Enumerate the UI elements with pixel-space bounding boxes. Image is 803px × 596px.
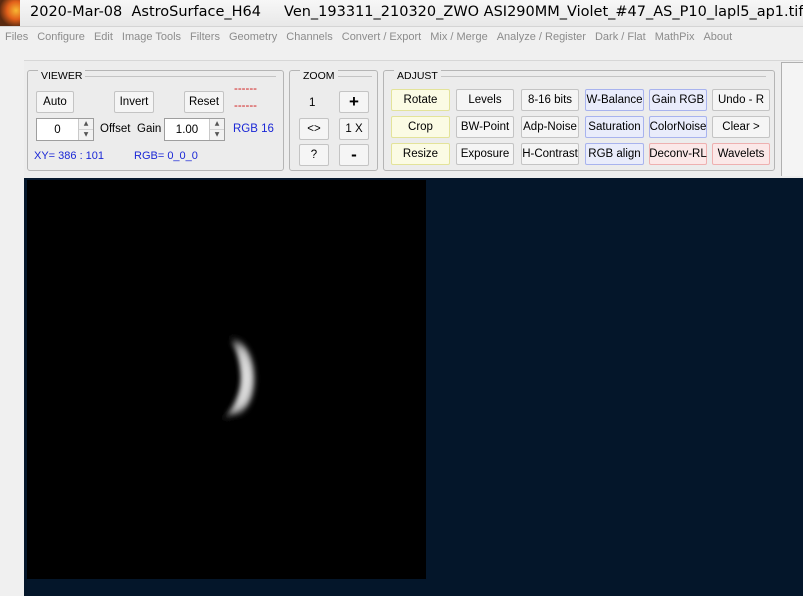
image-viewport[interactable] xyxy=(24,178,803,596)
zoom-out-button[interactable]: - xyxy=(339,144,369,166)
deconv-rl-button[interactable]: Deconv-RL xyxy=(649,143,707,165)
h-contrast-button[interactable]: H-Contrast xyxy=(521,143,579,165)
menu-convert-export[interactable]: Convert / Export xyxy=(340,31,428,43)
viewer-group: VIEWER Auto Invert Reset ------ ------ 0… xyxy=(27,70,284,171)
spin-down-icon[interactable]: ▼ xyxy=(79,130,93,140)
gain-rgb-button[interactable]: Gain RGB xyxy=(649,89,707,111)
gain-label: Gain xyxy=(137,123,162,135)
title-bar: 2020-Mar-08 AstroSurface_H64 Ven_193311_… xyxy=(0,0,803,27)
menu-dark-flat[interactable]: Dark / Flat xyxy=(593,31,653,43)
zoom-in-button[interactable]: + xyxy=(339,91,369,113)
adjust-title: ADJUST xyxy=(394,70,441,82)
w-balance-button[interactable]: W-Balance xyxy=(585,89,644,111)
rgb-mode-label: RGB 16 xyxy=(233,123,274,135)
bw-point-button[interactable]: BW-Point xyxy=(456,116,514,138)
rgb-align-button[interactable]: RGB align xyxy=(585,143,644,165)
window-title: 2020-Mar-08 AstroSurface_H64 Ven_193311_… xyxy=(30,4,803,20)
zoom-fit-button[interactable]: <> xyxy=(299,118,329,140)
menu-mix-merge[interactable]: Mix / Merge xyxy=(428,31,494,43)
group-divider xyxy=(440,76,766,77)
zoom-title: ZOOM xyxy=(300,70,338,82)
reset-button[interactable]: Reset xyxy=(184,91,224,113)
menu-filters[interactable]: Filters xyxy=(188,31,227,43)
gain-stepper[interactable]: 1.00 ▲ ▼ xyxy=(164,118,225,141)
wavelets-button[interactable]: Wavelets xyxy=(712,143,770,165)
app-icon xyxy=(0,0,20,26)
side-panel-edge xyxy=(781,62,803,176)
viewer-title: VIEWER xyxy=(38,70,86,82)
adjust-group: ADJUST Rotate Levels 8-16 bits W-Balance… xyxy=(383,70,775,171)
exposure-button[interactable]: Exposure xyxy=(456,143,514,165)
zoom-group: ZOOM 1 + <> 1 X ? - xyxy=(289,70,378,171)
levels-button[interactable]: Levels xyxy=(456,89,514,111)
crop-button[interactable]: Crop xyxy=(391,116,450,138)
spin-up-icon[interactable]: ▲ xyxy=(210,119,224,130)
undo-button[interactable]: Undo - R xyxy=(712,89,770,111)
offset-stepper[interactable]: 0 ▲ ▼ xyxy=(36,118,94,141)
venus-crescent-image xyxy=(221,335,255,420)
menu-image-tools[interactable]: Image Tools xyxy=(120,31,188,43)
color-noise-button[interactable]: ColorNoise xyxy=(649,116,707,138)
adp-noise-button[interactable]: Adp-Noise xyxy=(521,116,579,138)
invert-button[interactable]: Invert xyxy=(114,91,154,113)
indicator-dash-bottom: ------ xyxy=(234,100,257,112)
zoom-1x-button[interactable]: 1 X xyxy=(339,118,369,140)
menu-mathpix[interactable]: MathPix xyxy=(653,31,702,43)
help-button[interactable]: ? xyxy=(299,144,329,166)
offset-label: Offset xyxy=(100,123,131,135)
group-divider xyxy=(80,76,276,77)
indicator-dash-top: ------ xyxy=(234,83,257,95)
xy-readout: XY= 386 : 101 xyxy=(34,150,105,162)
rotate-button[interactable]: Rotate xyxy=(391,89,450,111)
zoom-level: 1 xyxy=(309,97,316,109)
menu-about[interactable]: About xyxy=(701,31,739,43)
menu-edit[interactable]: Edit xyxy=(92,31,120,43)
menu-channels[interactable]: Channels xyxy=(284,31,339,43)
spin-down-icon[interactable]: ▼ xyxy=(210,130,224,140)
8-16-bits-button[interactable]: 8-16 bits xyxy=(521,89,579,111)
menu-files[interactable]: Files xyxy=(3,31,35,43)
menu-configure[interactable]: Configure xyxy=(35,31,92,43)
offset-value: 0 xyxy=(54,123,61,136)
image-canvas[interactable] xyxy=(27,180,426,579)
menu-geometry[interactable]: Geometry xyxy=(227,31,284,43)
spin-up-icon[interactable]: ▲ xyxy=(79,119,93,130)
menu-analyze-register[interactable]: Analyze / Register xyxy=(495,31,593,43)
rgb-readout: RGB= 0_0_0 xyxy=(134,150,198,162)
resize-button[interactable]: Resize xyxy=(391,143,450,165)
gain-value: 1.00 xyxy=(175,123,199,136)
clear-button[interactable]: Clear > xyxy=(712,116,770,138)
auto-button[interactable]: Auto xyxy=(36,91,74,113)
menu-bar: Files Configure Edit Image Tools Filters… xyxy=(0,27,803,46)
group-divider xyxy=(338,76,372,77)
saturation-button[interactable]: Saturation xyxy=(585,116,644,138)
